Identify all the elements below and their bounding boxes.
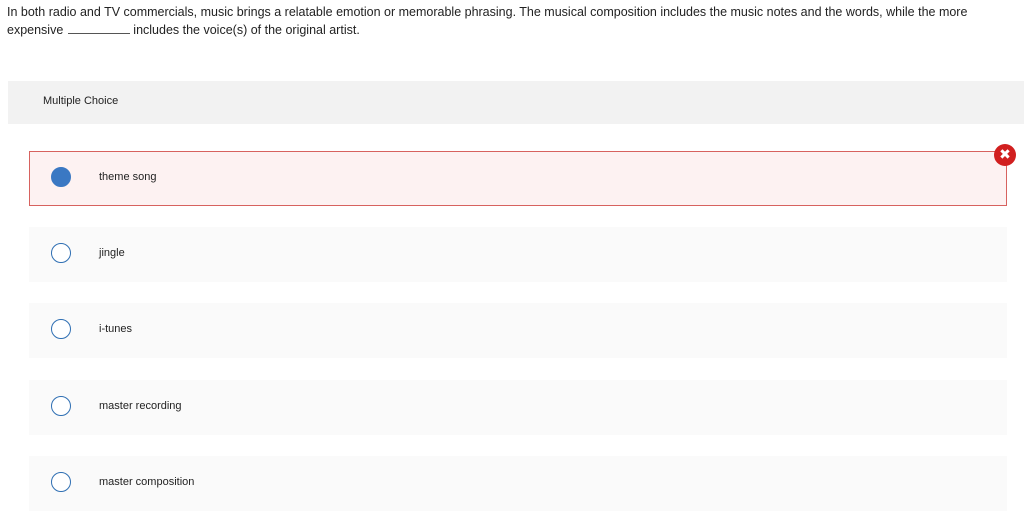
question-text-after: includes the voice(s) of the original ar… bbox=[133, 23, 360, 37]
panel-title: Multiple Choice bbox=[43, 95, 119, 107]
radio-button[interactable] bbox=[51, 396, 71, 416]
x-circle-icon: ✖ bbox=[994, 144, 1016, 166]
radio-button[interactable] bbox=[51, 243, 71, 263]
option-label: master recording bbox=[99, 400, 182, 412]
option-label: i-tunes bbox=[99, 323, 133, 335]
option-master-recording[interactable]: master recording bbox=[29, 380, 1007, 435]
option-label: jingle bbox=[99, 247, 125, 259]
option-label: master composition bbox=[99, 476, 195, 488]
question-text: In both radio and TV commercials, music … bbox=[7, 3, 1012, 39]
answer-blank bbox=[68, 21, 131, 34]
radio-button[interactable] bbox=[51, 319, 71, 339]
option-label: theme song bbox=[99, 171, 157, 183]
option-theme-song[interactable]: theme song bbox=[29, 151, 1007, 206]
radio-button[interactable] bbox=[51, 472, 71, 492]
option-jingle[interactable]: jingle bbox=[29, 227, 1007, 282]
panel-header: Multiple Choice bbox=[8, 81, 1024, 124]
option-i-tunes[interactable]: i-tunes bbox=[29, 303, 1007, 358]
radio-button-selected[interactable] bbox=[51, 167, 71, 187]
option-master-composition[interactable]: master composition bbox=[29, 456, 1007, 511]
multiple-choice-panel: Multiple Choice theme song jingle i-tune… bbox=[8, 81, 1024, 513]
